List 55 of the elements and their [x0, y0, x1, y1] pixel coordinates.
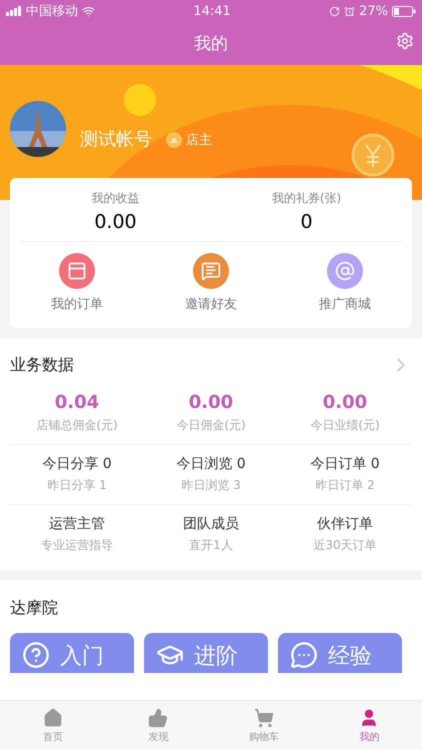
rotation-lock-icon: [329, 6, 340, 16]
today-count: 今日浏览 0: [176, 455, 246, 473]
question-icon: [22, 641, 50, 669]
today-count: 今日分享 0: [42, 455, 112, 473]
stat-value: 0.00: [94, 211, 137, 233]
link-subtitle: 直开1人: [189, 537, 233, 554]
academy-button[interactable]: 经验: [278, 633, 402, 673]
metric-value: 0.04: [54, 392, 100, 413]
today-count: 今日订单 0: [310, 455, 380, 473]
yesterday-count: 昨日分享 1: [47, 477, 107, 494]
yesterday-count: 昨日订单 2: [315, 477, 375, 494]
user-name: 测试帐号: [80, 128, 152, 151]
metric-value: 0.00: [188, 392, 234, 413]
section-title: 达摩院: [10, 598, 58, 619]
battery-percent: 27%: [359, 4, 388, 18]
metric-label: 店铺总佣金(元): [36, 417, 118, 434]
crown-badge-icon: [166, 132, 182, 148]
academy-button[interactable]: 进阶: [144, 633, 268, 673]
wifi-icon: [82, 4, 95, 18]
chat-icon: [201, 261, 221, 281]
link-title[interactable]: 运营主管: [49, 515, 105, 533]
tab-item[interactable]: 首页: [0, 701, 106, 750]
section-title: 业务数据: [10, 354, 74, 376]
link-title[interactable]: 团队成员: [183, 515, 239, 533]
metric-label: 今日佣金(元): [176, 417, 246, 434]
metric-label: 今日业绩(元): [310, 417, 380, 434]
chat-icon: [290, 641, 318, 669]
metric-value: 0.00: [322, 392, 368, 413]
stat-label: 我的礼券(张): [272, 190, 342, 207]
link-subtitle: 专业运营指导: [41, 537, 113, 554]
battery-icon: [392, 6, 416, 16]
role-label: 店主: [186, 132, 212, 149]
tab-item[interactable]: 我的: [316, 701, 422, 750]
stat-value: 0: [300, 211, 313, 233]
link-title[interactable]: 伙伴订单: [317, 515, 373, 533]
link-subtitle: 近30天订单: [313, 537, 377, 554]
signal-icon: [6, 6, 22, 16]
carrier-name: 中国移动: [26, 3, 78, 20]
tab-item[interactable]: 购物车: [211, 701, 316, 750]
shortcut-button[interactable]: 推广商城: [278, 252, 412, 314]
home-icon: [42, 708, 63, 728]
alarm-icon: [344, 6, 356, 16]
page-title: 我的: [194, 33, 228, 55]
settings-button[interactable]: [396, 32, 414, 50]
shortcut-button[interactable]: 邀请好友: [144, 252, 278, 314]
yesterday-count: 昨日浏览 3: [181, 477, 241, 494]
order-icon: [67, 261, 87, 281]
academy-button[interactable]: 入门: [10, 633, 134, 673]
at-sign-icon: [335, 261, 355, 281]
shortcut-button[interactable]: 我的订单: [10, 252, 144, 314]
stat-label: 我的收益: [92, 190, 140, 207]
tab-item[interactable]: 发现: [106, 701, 211, 750]
cart-icon: [254, 708, 274, 728]
thumbs-up-icon: [148, 708, 168, 728]
clock-time: 14:41: [193, 4, 231, 18]
